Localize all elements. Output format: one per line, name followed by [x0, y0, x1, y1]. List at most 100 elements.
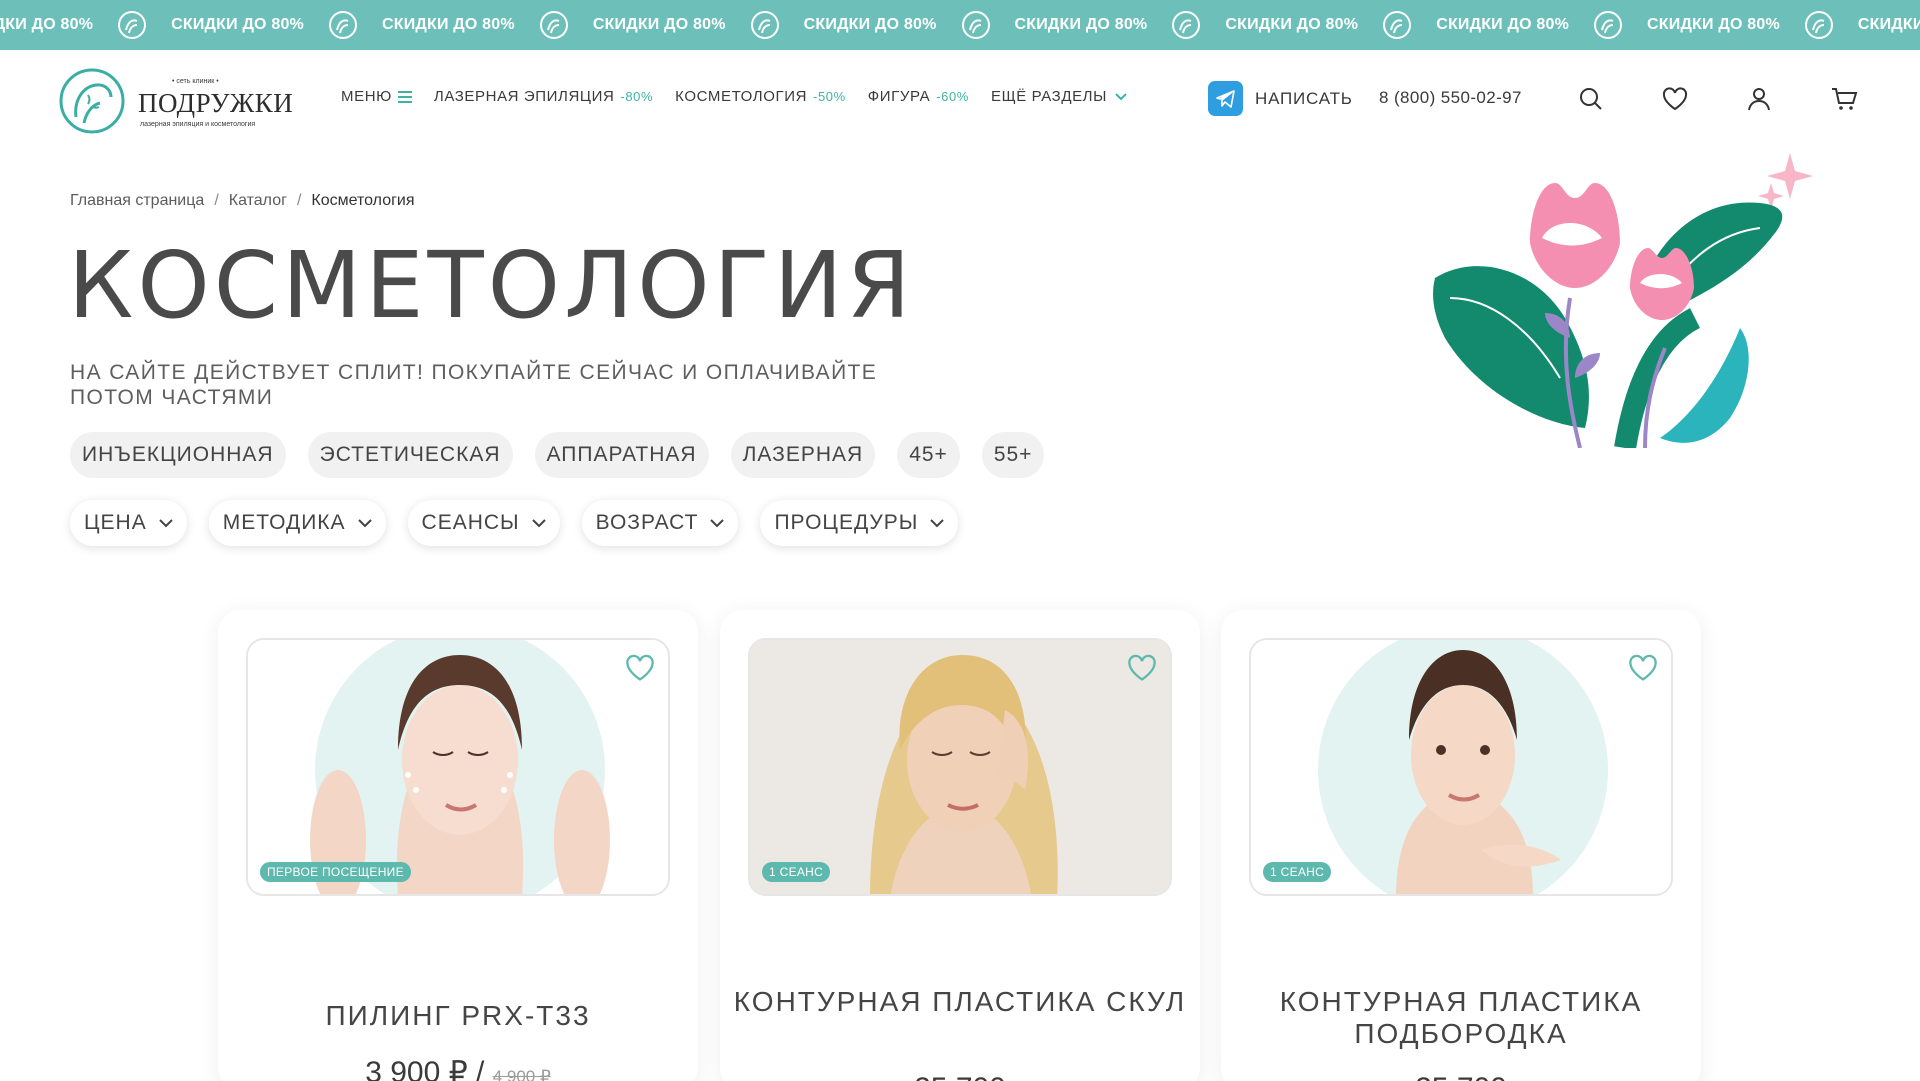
chevron-down-icon — [357, 518, 372, 527]
filter-label: СЕАНСЫ — [421, 511, 520, 534]
site-header: • сеть клиник • ПОДРУЖКИ лазерная эпиляц… — [0, 50, 1920, 150]
menu-label: МЕНЮ — [341, 88, 392, 105]
nav-label: ЕЩЁ РАЗДЕЛЫ — [990, 88, 1107, 105]
nav-item-laser[interactable]: ЛАЗЕРНАЯ ЭПИЛЯЦИЯ -80% — [434, 88, 653, 105]
nav-item-more[interactable]: ЕЩЁ РАЗДЕЛЫ — [991, 88, 1127, 105]
chevron-down-icon — [1115, 92, 1127, 100]
logo-tagline-top: • сеть клиник • — [172, 78, 219, 85]
promo-text: СКИДКИ ДО 80% — [171, 16, 304, 33]
price-old: 4 900 ₽ — [492, 1067, 551, 1081]
promo-text: СКИДКИ ДО 80% — [803, 16, 937, 33]
telegram-write-button[interactable]: НАПИСАТЬ — [1208, 81, 1353, 116]
chevron-down-icon — [710, 518, 725, 527]
chevron-down-icon — [159, 518, 173, 527]
favorite-heart-icon[interactable] — [1126, 652, 1158, 684]
page-title: КОСМЕТОЛОГИЯ — [68, 232, 915, 339]
promo-text: ИДКИ ДО 80% — [0, 16, 94, 33]
promo-item: СКИДКИ ДО 80% — [804, 10, 1015, 40]
price-current: 25 700 — [1415, 1072, 1507, 1081]
logo-tagline: лазерная эпиляция и косметология — [140, 121, 256, 128]
breadcrumb-home[interactable]: Главная страница — [70, 192, 204, 210]
product-photo — [248, 640, 668, 894]
category-chip[interactable]: ЭСТЕТИЧЕСКАЯ — [307, 432, 513, 478]
search-icon[interactable] — [1577, 85, 1605, 113]
filter-procedures[interactable]: ПРОЦЕДУРЫ — [760, 500, 959, 546]
breadcrumb-current: Косметология — [311, 192, 415, 209]
filter-age[interactable]: ВОЗРАСТ — [581, 500, 739, 546]
price-current: 25 700 — [914, 1072, 1006, 1081]
product-price: 25 700 — [720, 1072, 1200, 1081]
promo-face-icon — [1594, 11, 1623, 39]
promo-text: СКИДКИ ДО 80% — [1436, 16, 1570, 33]
promo-item: ИДКИ ДО 80% — [0, 10, 171, 40]
burger-icon — [397, 90, 412, 103]
promo-text: СКИДКИ ДО 80% — [1014, 16, 1148, 33]
filter-method[interactable]: МЕТОДИКА — [208, 500, 386, 546]
phone-link[interactable]: 8 (800) 550-02-97 — [1379, 88, 1522, 108]
menu-button[interactable]: МЕНЮ — [341, 88, 412, 105]
filter-label: ПРОЦЕДУРЫ — [774, 511, 919, 534]
telegram-icon — [1208, 81, 1243, 116]
product-price: 3 900 ₽ / 4 900 ₽ — [218, 1055, 698, 1081]
nav-label: КОСМЕТОЛОГИЯ — [675, 88, 808, 105]
promo-item: СКИДКИ ДО 80% — [1647, 10, 1858, 40]
logo-text: • сеть клиник • ПОДРУЖКИ лазерная эпиляц… — [138, 66, 293, 136]
filter-label: ВОЗРАСТ — [595, 511, 699, 534]
promo-strip: ИДКИ ДО 80% СКИДКИ ДО 80% СКИДКИ ДО 80% … — [0, 0, 1920, 50]
logo-name: ПОДРУЖКИ — [138, 88, 294, 118]
filter-bar: ЦЕНА МЕТОДИКА СЕАНСЫ ВОЗРАСТ ПРОЦЕДУРЫ — [70, 500, 959, 546]
product-price: 25 700 — [1221, 1072, 1701, 1081]
category-chip[interactable]: ИНЪЕКЦИОННАЯ — [70, 432, 286, 478]
category-chips: ИНЪЕКЦИОННАЯ ЭСТЕТИЧЕСКАЯ АППАРАТНАЯ ЛАЗ… — [70, 432, 1045, 478]
product-badge: ПЕРВОЕ ПОСЕЩЕНИЕ — [260, 862, 411, 882]
promo-face-icon — [1172, 11, 1201, 39]
product-card[interactable]: ПЕРВОЕ ПОСЕЩЕНИЕ ПИЛИНГ PRX-T33 3 900 ₽ … — [218, 610, 698, 1081]
favorite-heart-icon[interactable] — [624, 652, 656, 684]
promo-item: СКИДКИ ДО 80% — [1225, 10, 1436, 40]
price-current: 3 900 ₽ / — [365, 1056, 485, 1081]
category-chip[interactable]: АППАРАТНАЯ — [534, 432, 709, 478]
promo-item: СКИДКИ ДО 80% — [1015, 10, 1226, 40]
product-title[interactable]: ПИЛИНГ PRX-T33 — [218, 1000, 698, 1032]
promo-item: СКИДКИ ДО 80% — [1858, 16, 1920, 34]
filter-label: ЦЕНА — [84, 511, 147, 534]
promo-face-icon — [539, 11, 568, 39]
breadcrumb-separator: / — [214, 192, 219, 209]
favorite-heart-icon[interactable] — [1627, 652, 1659, 684]
promo-face-icon — [1804, 11, 1833, 39]
product-photo — [1251, 640, 1671, 894]
logo[interactable]: • сеть клиник • ПОДРУЖКИ лазерная эпиляц… — [58, 66, 298, 136]
promo-face-icon — [1383, 11, 1412, 39]
product-image: 1 СЕАНС — [1249, 638, 1673, 896]
promo-text: СКИДКИ ДО 80% — [1225, 16, 1359, 33]
main-nav: МЕНЮ ЛАЗЕРНАЯ ЭПИЛЯЦИЯ -80% КОСМЕТОЛОГИЯ… — [341, 88, 1149, 105]
category-chip[interactable]: 45+ — [897, 432, 960, 478]
logo-face-icon — [59, 68, 125, 134]
product-title[interactable]: КОНТУРНАЯ ПЛАСТИКА ПОДБОРОДКА — [1221, 986, 1701, 1050]
promo-item: СКИДКИ ДО 80% — [171, 10, 382, 40]
chevron-down-icon — [930, 518, 945, 527]
heart-icon[interactable] — [1661, 85, 1689, 113]
filter-price[interactable]: ЦЕНА — [70, 500, 187, 546]
user-icon[interactable] — [1745, 85, 1773, 113]
nav-item-figure[interactable]: ФИГУРА -60% — [868, 88, 969, 105]
category-chip[interactable]: ЛАЗЕРНАЯ — [730, 432, 876, 478]
promo-text: СКИДКИ ДО 80% — [1647, 16, 1780, 33]
product-title[interactable]: КОНТУРНАЯ ПЛАСТИКА СКУЛ — [720, 986, 1200, 1018]
category-chip[interactable]: 55+ — [981, 432, 1045, 478]
promo-face-icon — [750, 11, 779, 39]
chevron-down-icon — [531, 518, 546, 527]
product-image: 1 СЕАНС — [748, 638, 1172, 896]
product-card[interactable]: 1 СЕАНС КОНТУРНАЯ ПЛАСТИКА СКУЛ 25 700 — [720, 610, 1200, 1081]
filter-label: МЕТОДИКА — [222, 511, 346, 534]
promo-text: СКИДКИ ДО 80% — [381, 16, 515, 33]
product-badge: 1 СЕАНС — [762, 862, 831, 882]
nav-item-cosmetology[interactable]: КОСМЕТОЛОГИЯ -50% — [675, 88, 846, 105]
breadcrumb-catalog[interactable]: Каталог — [229, 192, 287, 210]
product-card[interactable]: 1 СЕАНС КОНТУРНАЯ ПЛАСТИКА ПОДБОРОДКА 25… — [1221, 610, 1701, 1081]
cart-icon[interactable] — [1830, 85, 1858, 113]
nav-label: ФИГУРА — [867, 88, 931, 105]
promo-track: ИДКИ ДО 80% СКИДКИ ДО 80% СКИДКИ ДО 80% … — [0, 0, 1920, 50]
promo-face-icon — [118, 11, 147, 39]
filter-sessions[interactable]: СЕАНСЫ — [407, 500, 560, 546]
